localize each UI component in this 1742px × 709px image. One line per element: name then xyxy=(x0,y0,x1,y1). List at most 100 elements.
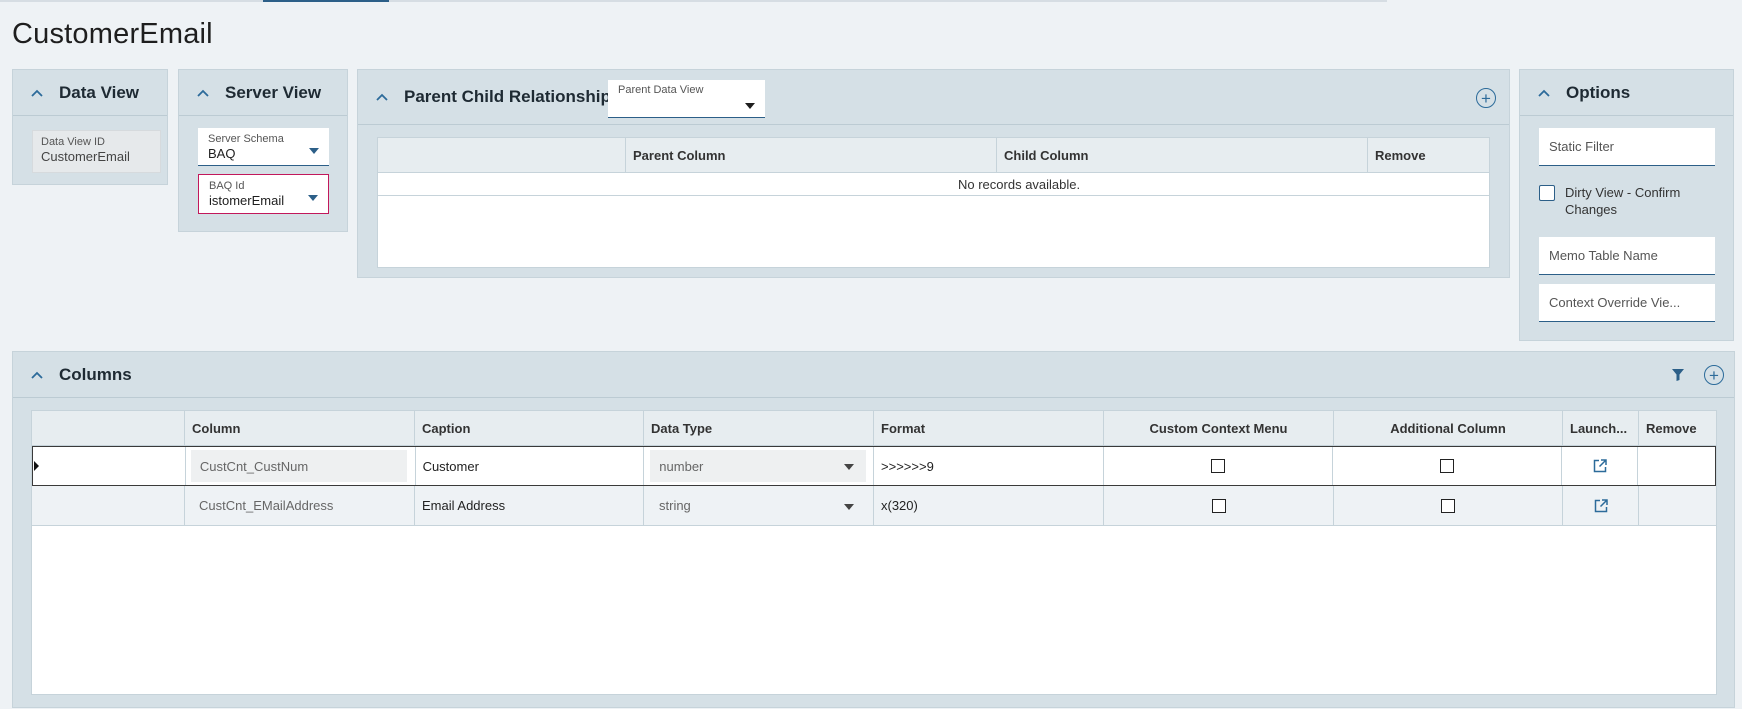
chevron-up-icon[interactable] xyxy=(197,87,209,99)
data-type-value: number xyxy=(659,458,704,474)
server-schema-label: Server Schema xyxy=(208,133,284,145)
server-view-header[interactable]: Server View xyxy=(179,70,347,116)
row-pointer-icon xyxy=(34,461,39,471)
column-header-format[interactable]: Format xyxy=(874,411,1104,445)
chevron-up-icon[interactable] xyxy=(31,87,43,99)
column-name-cell: CustCnt_EMailAddress xyxy=(185,486,415,525)
columns-header[interactable]: Columns xyxy=(13,352,1734,398)
column-name-value: CustCnt_CustNum xyxy=(190,450,407,482)
data-view-id-field: Data View ID CustomerEmail xyxy=(32,130,161,173)
column-name-value: CustCnt_EMailAddress xyxy=(199,498,334,513)
dirty-view-label: Dirty View - Confirm Changes xyxy=(1565,185,1681,217)
column-header-launch[interactable]: Launch... xyxy=(1563,411,1639,445)
columns-title: Columns xyxy=(59,364,132,384)
memo-table-name-input[interactable]: Memo Table Name xyxy=(1539,237,1715,275)
chevron-up-icon[interactable] xyxy=(31,369,43,381)
remove-cell[interactable] xyxy=(1638,447,1715,485)
filter-icon[interactable] xyxy=(1672,369,1684,381)
options-header[interactable]: Options xyxy=(1520,70,1733,116)
parent-data-view-select[interactable]: Parent Data View xyxy=(608,80,765,118)
data-type-select[interactable]: string xyxy=(650,490,866,522)
context-override-input[interactable]: Context Override Vie... xyxy=(1539,284,1715,322)
relationships-grid-header: Parent Column Child Column Remove xyxy=(378,138,1489,173)
launch-external-icon[interactable] xyxy=(1593,459,1607,473)
additional-column-checkbox[interactable] xyxy=(1441,498,1455,513)
remove-cell[interactable] xyxy=(1639,486,1716,525)
chevron-up-icon[interactable] xyxy=(376,91,388,103)
chevron-down-icon[interactable] xyxy=(308,195,318,201)
column-header-remove[interactable]: Remove xyxy=(1639,411,1716,445)
data-view-id-label: Data View ID xyxy=(41,136,105,148)
launch-cell xyxy=(1563,486,1639,525)
active-tab-indicator xyxy=(263,0,389,2)
top-tab-strip xyxy=(0,0,1387,2)
caption-cell[interactable]: Email Address xyxy=(415,486,644,525)
column-header-parent-column[interactable]: Parent Column xyxy=(626,138,997,172)
column-name-cell: CustCnt_CustNum xyxy=(186,447,416,485)
no-records-message: No records available. xyxy=(378,173,1489,196)
chevron-down-icon[interactable] xyxy=(844,503,854,510)
row-selector-cell[interactable] xyxy=(32,486,185,525)
server-view-panel: Server View Server Schema BAQ BAQ Id ist… xyxy=(178,69,348,232)
custom-context-menu-checkbox[interactable] xyxy=(1211,459,1226,473)
data-view-header[interactable]: Data View xyxy=(13,70,167,116)
chevron-down-icon[interactable] xyxy=(309,148,319,154)
launch-external-icon[interactable] xyxy=(1594,498,1608,513)
relationships-grid: Parent Column Child Column Remove No rec… xyxy=(377,137,1490,268)
data-type-value: string xyxy=(659,498,691,513)
chevron-down-icon[interactable] xyxy=(844,464,855,470)
table-row[interactable]: CustCnt_EMailAddress Email Address strin… xyxy=(32,486,1716,526)
dirty-view-checkbox[interactable] xyxy=(1539,185,1555,201)
additional-column-cell xyxy=(1333,447,1563,485)
add-relationship-icon[interactable]: + xyxy=(1476,88,1496,108)
data-type-cell[interactable]: number xyxy=(644,447,875,485)
chevron-down-icon[interactable] xyxy=(745,103,755,109)
parent-child-panel: Parent Child Relationships Parent Data V… xyxy=(357,69,1510,278)
parent-data-view-label: Parent Data View xyxy=(618,84,704,96)
row-selector-cell[interactable] xyxy=(33,447,186,485)
format-cell[interactable]: x(320) xyxy=(874,486,1104,525)
columns-grid: Column Caption Data Type Format Custom C… xyxy=(31,410,1717,695)
column-header-child-column[interactable]: Child Column xyxy=(997,138,1368,172)
columns-grid-header: Column Caption Data Type Format Custom C… xyxy=(32,411,1716,446)
custom-context-menu-cell xyxy=(1104,486,1334,525)
options-panel: Options Static Filter Dirty View - Confi… xyxy=(1519,69,1734,341)
column-header-column[interactable]: Column xyxy=(185,411,415,445)
data-view-panel: Data View Data View ID CustomerEmail xyxy=(12,69,168,185)
caption-cell[interactable]: Customer xyxy=(416,447,645,485)
format-cell[interactable]: >>>>>>9 xyxy=(874,447,1104,485)
data-view-title: Data View xyxy=(59,82,140,102)
static-filter-input[interactable]: Static Filter xyxy=(1539,128,1715,166)
parent-child-header[interactable]: Parent Child Relationships xyxy=(358,70,1509,125)
column-header[interactable] xyxy=(32,411,185,445)
columns-panel: Columns + Column Caption Data Type Forma… xyxy=(12,351,1735,708)
parent-child-title: Parent Child Relationships xyxy=(404,87,621,106)
data-type-select[interactable]: number xyxy=(650,450,867,482)
column-header-data-type[interactable]: Data Type xyxy=(644,411,874,445)
server-schema-value: BAQ xyxy=(208,146,236,161)
column-header-caption[interactable]: Caption xyxy=(415,411,644,445)
add-column-icon[interactable]: + xyxy=(1704,365,1724,385)
page-title: CustomerEmail xyxy=(12,18,213,50)
custom-context-menu-checkbox[interactable] xyxy=(1211,498,1226,513)
options-title: Options xyxy=(1566,82,1631,102)
baq-id-label: BAQ Id xyxy=(209,180,245,192)
dirty-view-option[interactable]: Dirty View - Confirm Changes xyxy=(1539,184,1705,218)
additional-column-cell xyxy=(1334,486,1563,525)
baq-id-value[interactable]: istomerEmail xyxy=(209,193,318,208)
additional-column-checkbox[interactable] xyxy=(1440,459,1455,473)
table-row[interactable]: CustCnt_CustNum Customer number >>>>>>9 xyxy=(32,446,1716,486)
column-header-additional-column[interactable]: Additional Column xyxy=(1334,411,1563,445)
server-view-title: Server View xyxy=(225,82,322,102)
launch-cell xyxy=(1562,447,1639,485)
chevron-up-icon[interactable] xyxy=(1538,87,1550,99)
data-type-cell[interactable]: string xyxy=(644,486,874,525)
column-header[interactable] xyxy=(378,138,626,172)
column-header-remove[interactable]: Remove xyxy=(1368,138,1489,172)
column-header-custom-context-menu[interactable]: Custom Context Menu xyxy=(1104,411,1334,445)
data-view-id-value: CustomerEmail xyxy=(41,149,130,164)
no-records-text: No records available. xyxy=(958,176,1081,192)
custom-context-menu-cell xyxy=(1104,447,1334,485)
server-schema-select[interactable]: Server Schema BAQ xyxy=(198,128,329,166)
baq-id-select[interactable]: BAQ Id istomerEmail xyxy=(198,174,329,214)
